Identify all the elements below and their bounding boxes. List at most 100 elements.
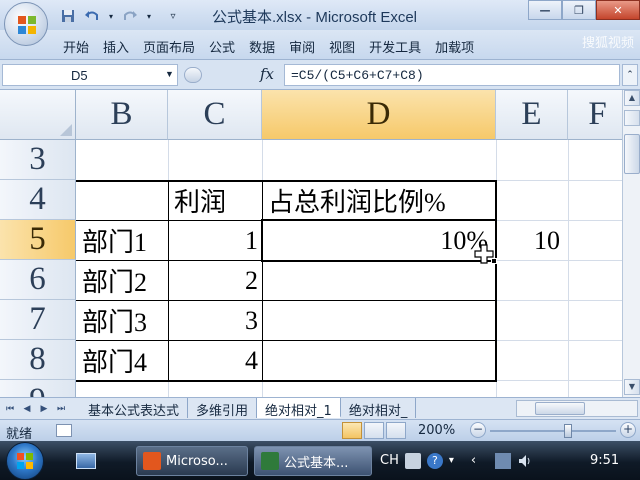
redo-dropdown-icon[interactable]: ▾	[144, 7, 154, 25]
task-office[interactable]: Microso...	[136, 446, 248, 476]
office-icon	[143, 452, 161, 470]
clock[interactable]: 9:51	[590, 453, 619, 468]
expand-formula-bar-icon[interactable]: ⌃	[622, 64, 638, 86]
name-box-value: D5	[71, 68, 88, 83]
scroll-up-icon[interactable]: ▲	[624, 90, 640, 106]
cell-b7[interactable]: 部门3	[76, 301, 168, 340]
volume-icon[interactable]	[517, 453, 533, 469]
prev-sheet-icon[interactable]: ◀	[19, 401, 35, 417]
zoom-slider-track[interactable]	[490, 430, 616, 432]
row-header-9[interactable]: 9	[0, 380, 76, 397]
tab-view[interactable]: 视图	[322, 35, 362, 58]
windows-logo-icon	[17, 453, 33, 469]
name-box-dropdown-icon[interactable]: ▼	[165, 69, 175, 81]
zoom-level[interactable]: 200%	[418, 423, 455, 438]
horizontal-scrollbar[interactable]	[516, 400, 638, 417]
undo-icon[interactable]	[82, 7, 102, 25]
worksheet-grid[interactable]: B C D E F 3 4 5 6 7 8 9 利润 占总利润比例% 部门1 1…	[0, 90, 622, 397]
cell-b8[interactable]: 部门4	[76, 341, 168, 380]
tab-formulas[interactable]: 公式	[202, 35, 242, 58]
show-desktop-icon[interactable]	[76, 453, 96, 469]
save-icon[interactable]	[58, 7, 78, 25]
sheet-tab-abs-rel-2[interactable]: 绝对相对_	[340, 398, 417, 419]
cell-b5[interactable]: 部门1	[76, 221, 168, 260]
formula-input[interactable]: =C5/(C5+C6+C7+C8)	[284, 64, 620, 86]
tab-developer[interactable]: 开发工具	[362, 35, 428, 58]
status-mode: 就绪	[6, 427, 33, 442]
vertical-scrollbar[interactable]: ▲ ▼	[622, 90, 640, 397]
page-break-view-button[interactable]	[386, 422, 406, 439]
network-icon[interactable]	[494, 452, 511, 469]
office-logo-icon	[18, 16, 36, 34]
zoom-slider-thumb[interactable]	[564, 424, 572, 438]
close-button[interactable]: ✕	[596, 0, 640, 20]
window-controls: — ❐ ✕	[528, 0, 640, 20]
undo-dropdown-icon[interactable]: ▾	[106, 7, 116, 25]
row-header-7[interactable]: 7	[0, 300, 76, 340]
tab-add-ins[interactable]: 加载项	[428, 35, 481, 58]
cell-d4[interactable]: 占总利润比例%	[262, 181, 496, 220]
zoom-out-button[interactable]: −	[470, 422, 486, 438]
name-box[interactable]: D5 ▼	[2, 64, 178, 86]
insert-function-button[interactable]: fx	[260, 65, 274, 83]
minimize-button[interactable]: —	[528, 0, 562, 20]
row-header-3[interactable]: 3	[0, 140, 76, 180]
active-cell-outline	[261, 219, 497, 262]
keyboard-icon[interactable]	[404, 452, 421, 469]
column-header-d[interactable]: D	[262, 90, 496, 140]
office-button[interactable]	[4, 2, 48, 46]
tab-home[interactable]: 开始	[56, 35, 96, 58]
sheet-tabs: 基本公式表达式 多维引用 绝对相对_1 绝对相对_	[80, 398, 417, 419]
select-all-corner[interactable]	[0, 90, 76, 140]
tab-review[interactable]: 审阅	[282, 35, 322, 58]
sheet-tab-basic-formula[interactable]: 基本公式表达式	[80, 398, 189, 419]
row-header-4[interactable]: 4	[0, 180, 76, 220]
quick-access-toolbar: ▾ ▾ ▿	[58, 6, 180, 26]
cell-e5[interactable]: 10	[496, 221, 568, 260]
split-box-icon[interactable]	[624, 110, 640, 126]
cell-b6[interactable]: 部门2	[76, 261, 168, 300]
horizontal-scroll-thumb[interactable]	[535, 402, 585, 415]
tab-data[interactable]: 数据	[242, 35, 282, 58]
tray-arrow-icon[interactable]: ▾	[449, 453, 465, 469]
task-excel-label: 公式基本...	[284, 455, 349, 471]
status-bar: 就绪 200% − +	[0, 419, 640, 442]
formula-bar: D5 ▼ fx =C5/(C5+C6+C7+C8) ⌃	[0, 60, 640, 90]
sheet-tab-abs-rel-1[interactable]: 绝对相对_1	[257, 398, 341, 419]
next-sheet-icon[interactable]: ▶	[36, 401, 52, 417]
video-watermark: 搜狐视频	[581, 36, 634, 51]
column-header-b[interactable]: B	[76, 90, 168, 140]
formula-bar-grip-icon[interactable]	[184, 67, 202, 83]
customize-qat-icon[interactable]: ▿	[166, 7, 180, 25]
show-hidden-icons[interactable]: ‹	[471, 453, 489, 469]
column-header-c[interactable]: C	[168, 90, 262, 140]
row-header-5[interactable]: 5	[0, 220, 76, 260]
column-header-e[interactable]: E	[496, 90, 568, 140]
first-sheet-icon[interactable]: ⏮	[2, 401, 18, 417]
vertical-scroll-thumb[interactable]	[624, 134, 640, 174]
tab-insert[interactable]: 插入	[96, 35, 136, 58]
scroll-down-icon[interactable]: ▼	[624, 379, 640, 395]
input-language[interactable]: CH	[380, 453, 399, 468]
restore-button[interactable]: ❐	[562, 0, 596, 20]
row-header-6[interactable]: 6	[0, 260, 76, 300]
zoom-in-button[interactable]: +	[620, 422, 636, 438]
tab-page-layout[interactable]: 页面布局	[136, 35, 202, 58]
last-sheet-icon[interactable]: ⏭	[53, 401, 69, 417]
sheet-tab-multi-ref[interactable]: 多维引用	[188, 398, 258, 419]
cell-c4[interactable]: 利润	[168, 181, 262, 220]
start-button[interactable]	[6, 442, 44, 480]
redo-icon[interactable]	[120, 7, 140, 25]
sheet-navigation: ⏮ ◀ ▶ ⏭	[2, 401, 69, 417]
normal-view-button[interactable]	[342, 422, 362, 439]
task-excel-workbook[interactable]: 公式基本...	[254, 446, 372, 476]
page-layout-view-button[interactable]	[364, 422, 384, 439]
row-header-8[interactable]: 8	[0, 340, 76, 380]
cell-c5[interactable]: 1	[168, 221, 262, 260]
cell-c6[interactable]: 2	[168, 261, 262, 300]
cell-c7[interactable]: 3	[168, 301, 262, 340]
cell-c8[interactable]: 4	[168, 341, 262, 380]
help-icon[interactable]: ?	[426, 452, 443, 469]
column-header-f[interactable]: F	[568, 90, 622, 140]
macro-record-icon[interactable]	[56, 424, 72, 437]
